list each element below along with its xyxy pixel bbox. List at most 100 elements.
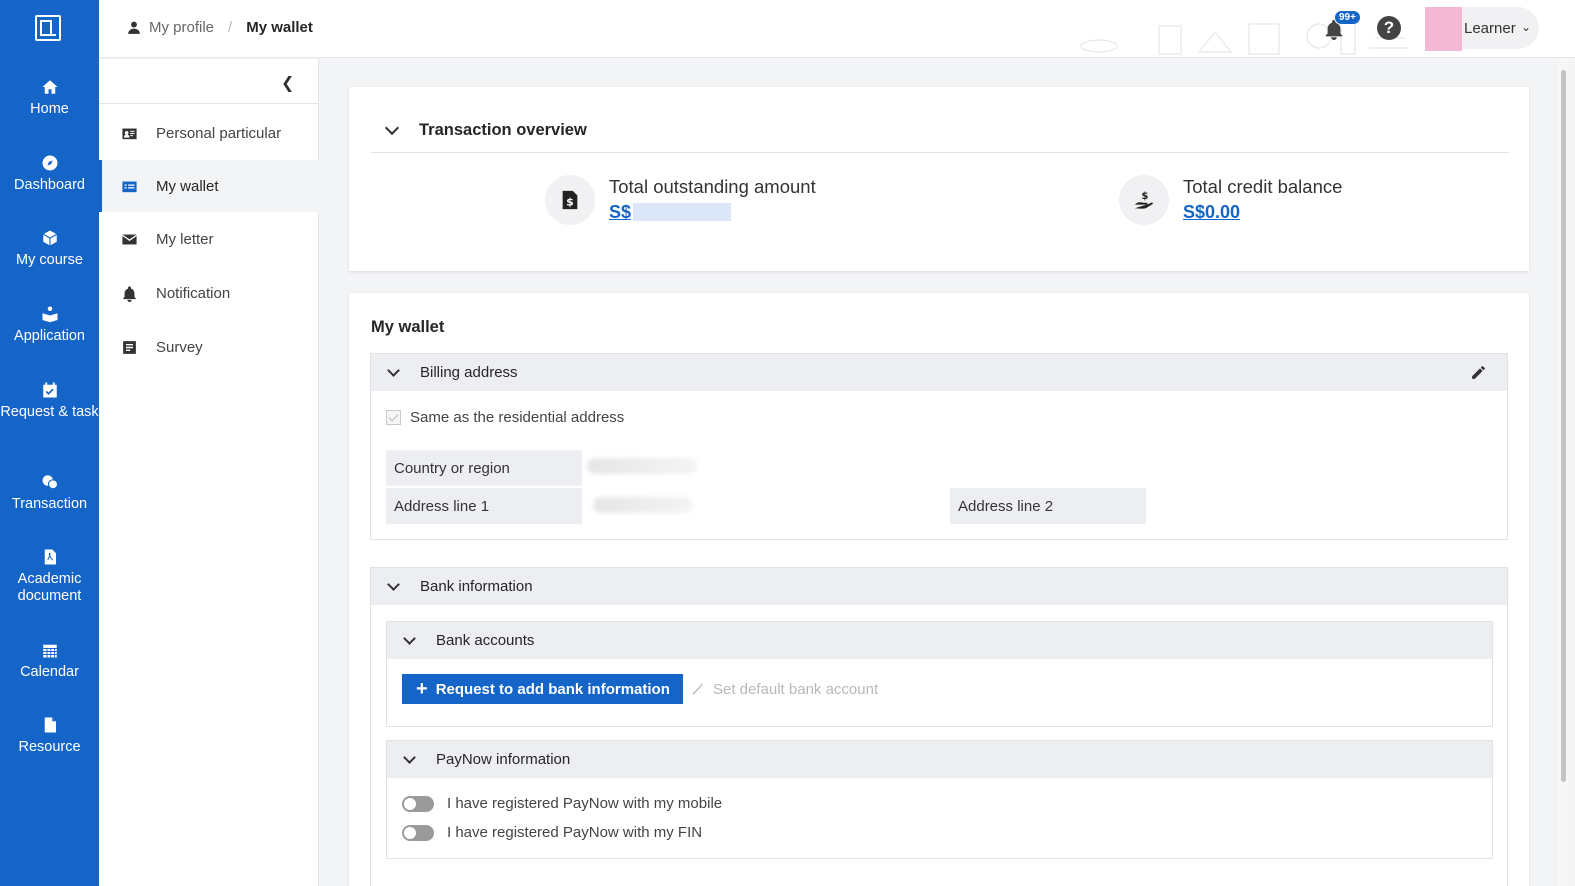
svg-text:$: $ <box>566 196 574 209</box>
subnav-item-my-wallet[interactable]: My wallet <box>99 160 319 212</box>
nav-application-label: Application <box>14 328 85 344</box>
bank-accounts-title: Bank accounts <box>436 632 535 649</box>
country-region-label: Country or region <box>386 450 582 486</box>
transaction-overview-card: Transaction overview $ Total outstanding… <box>349 87 1529 271</box>
invoice-dollar-icon: $ <box>545 175 595 225</box>
nav-transaction[interactable]: Transaction <box>0 473 99 513</box>
chevron-down-icon: ⌄ <box>1521 20 1532 34</box>
subnav-item-label: Notification <box>156 284 231 302</box>
nav-dashboard[interactable]: Dashboard <box>0 154 99 194</box>
person-icon <box>128 21 140 34</box>
my-wallet-card: My wallet Billing address Same as the re… <box>349 293 1529 886</box>
breadcrumb-current: My wallet <box>246 19 313 36</box>
magic-wand-icon <box>692 683 704 695</box>
outstanding-currency: S$ <box>609 202 632 222</box>
breadcrumb-separator: / <box>228 19 233 36</box>
paynow-mobile-toggle[interactable] <box>402 795 434 812</box>
subnav-item-my-letter[interactable]: My letter <box>99 213 319 265</box>
checkbox[interactable] <box>386 410 401 425</box>
top-bar: My profile / My wallet 99+ ? Learner ⌄ <box>99 0 1575 58</box>
same-as-residential-checkbox[interactable]: Same as the residential address <box>386 409 624 426</box>
nav-dashboard-label: Dashboard <box>14 177 85 193</box>
breadcrumb-my-profile[interactable]: My profile <box>149 19 214 36</box>
paynow-header[interactable]: PayNow information <box>387 741 1492 778</box>
credit-balance-link[interactable]: S$0.00 <box>1183 199 1342 225</box>
nav-resource[interactable]: Resource <box>0 716 99 756</box>
paynow-section: PayNow information I have registered Pay… <box>386 740 1493 859</box>
nav-request-task-label: Request & task <box>0 404 99 420</box>
bank-accounts-section: Bank accounts + Request to add bank info… <box>386 621 1493 727</box>
redacted-country-value <box>587 458 697 474</box>
nav-my-course-label: My course <box>16 252 83 268</box>
chevron-down-icon <box>403 750 416 764</box>
home-icon <box>42 80 57 94</box>
chevron-down-icon <box>403 631 416 645</box>
compass-icon <box>42 155 57 171</box>
wallet-card-icon <box>122 181 137 192</box>
billing-address-header[interactable]: Billing address <box>371 354 1507 391</box>
nav-home[interactable]: Home <box>0 78 99 118</box>
nav-calendar[interactable]: Calendar <box>0 641 99 681</box>
main-nav-rail: Home Dashboard My course Application Req… <box>0 0 99 886</box>
overview-divider <box>371 152 1509 153</box>
same-as-residential-label: Same as the residential address <box>410 409 625 426</box>
cube-icon <box>42 230 57 246</box>
nav-calendar-label: Calendar <box>20 664 79 680</box>
transaction-overview-toggle[interactable]: Transaction overview <box>384 120 587 140</box>
credit-balance-label: Total credit balance <box>1183 176 1343 197</box>
nav-application[interactable]: Application <box>0 305 99 345</box>
set-default-bank-label: Set default bank account <box>713 680 879 698</box>
nav-academic-document[interactable]: Academic document <box>0 548 99 605</box>
chevron-down-icon <box>387 577 400 591</box>
user-name: Learner <box>1464 20 1516 37</box>
paynow-mobile-label: I have registered PayNow with my mobile <box>447 795 723 812</box>
nav-request-task[interactable]: Request & task <box>0 381 99 421</box>
subnav-item-label: Personal particular <box>156 124 282 142</box>
coins-icon <box>42 475 58 490</box>
subnav-item-survey[interactable]: Survey <box>99 321 319 373</box>
application-icon <box>42 306 57 323</box>
billing-address-title: Billing address <box>420 364 518 381</box>
scrollbar-thumb[interactable] <box>1561 70 1566 782</box>
envelope-icon <box>122 234 137 244</box>
subnav-item-notification[interactable]: Notification <box>99 267 319 319</box>
subnav-item-personal-particular[interactable]: Personal particular <box>99 107 319 159</box>
outstanding-amount-link[interactable]: S$ <box>609 199 816 225</box>
redacted-address-1-value <box>593 497 693 513</box>
bank-information-header[interactable]: Bank information <box>371 568 1507 605</box>
nav-academic-document-label: Academic document <box>17 571 82 604</box>
avatar <box>1425 7 1462 51</box>
paynow-title: PayNow information <box>436 751 571 768</box>
redacted-amount <box>633 203 732 221</box>
decorative-doodle-icon <box>1080 17 1409 55</box>
paynow-fin-row: I have registered PayNow with my FIN <box>402 824 702 841</box>
edit-pencil-icon[interactable] <box>1470 364 1487 381</box>
nav-my-course[interactable]: My course <box>0 229 99 269</box>
help-button[interactable]: ? <box>1377 16 1401 40</box>
paynow-fin-toggle[interactable] <box>402 824 434 841</box>
set-default-bank-button[interactable]: Set default bank account <box>691 674 878 704</box>
nav-home-label: Home <box>30 101 69 117</box>
paynow-fin-label: I have registered PayNow with my FIN <box>447 824 703 841</box>
address-line-1-label: Address line 1 <box>386 488 582 524</box>
user-menu[interactable]: Learner ⌄ <box>1425 7 1539 51</box>
calendar-check-icon <box>42 382 57 398</box>
id-card-icon <box>122 128 137 139</box>
outstanding-amount-label: Total outstanding amount <box>609 176 816 197</box>
plus-icon: + <box>416 678 428 700</box>
my-wallet-title: My wallet <box>371 318 445 336</box>
subnav-divider <box>99 103 319 104</box>
bank-information-section: Bank information Bank accounts + Request… <box>370 567 1508 886</box>
breadcrumb: My profile / My wallet <box>127 19 313 36</box>
bank-accounts-header[interactable]: Bank accounts <box>387 622 1492 659</box>
hand-dollar-icon: $ <box>1119 175 1169 225</box>
subnav-item-label: Survey <box>156 338 203 356</box>
app-logo[interactable] <box>35 15 61 41</box>
nav-resource-label: Resource <box>18 739 81 755</box>
svg-text:$: $ <box>1141 191 1148 202</box>
request-add-bank-label: Request to add bank information <box>435 680 670 698</box>
request-add-bank-button[interactable]: + Request to add bank information <box>402 674 683 704</box>
collapse-chevron-left-icon[interactable]: ❮ <box>281 73 294 93</box>
subnav-item-label: My letter <box>156 230 214 248</box>
pdf-file-icon <box>44 549 56 565</box>
